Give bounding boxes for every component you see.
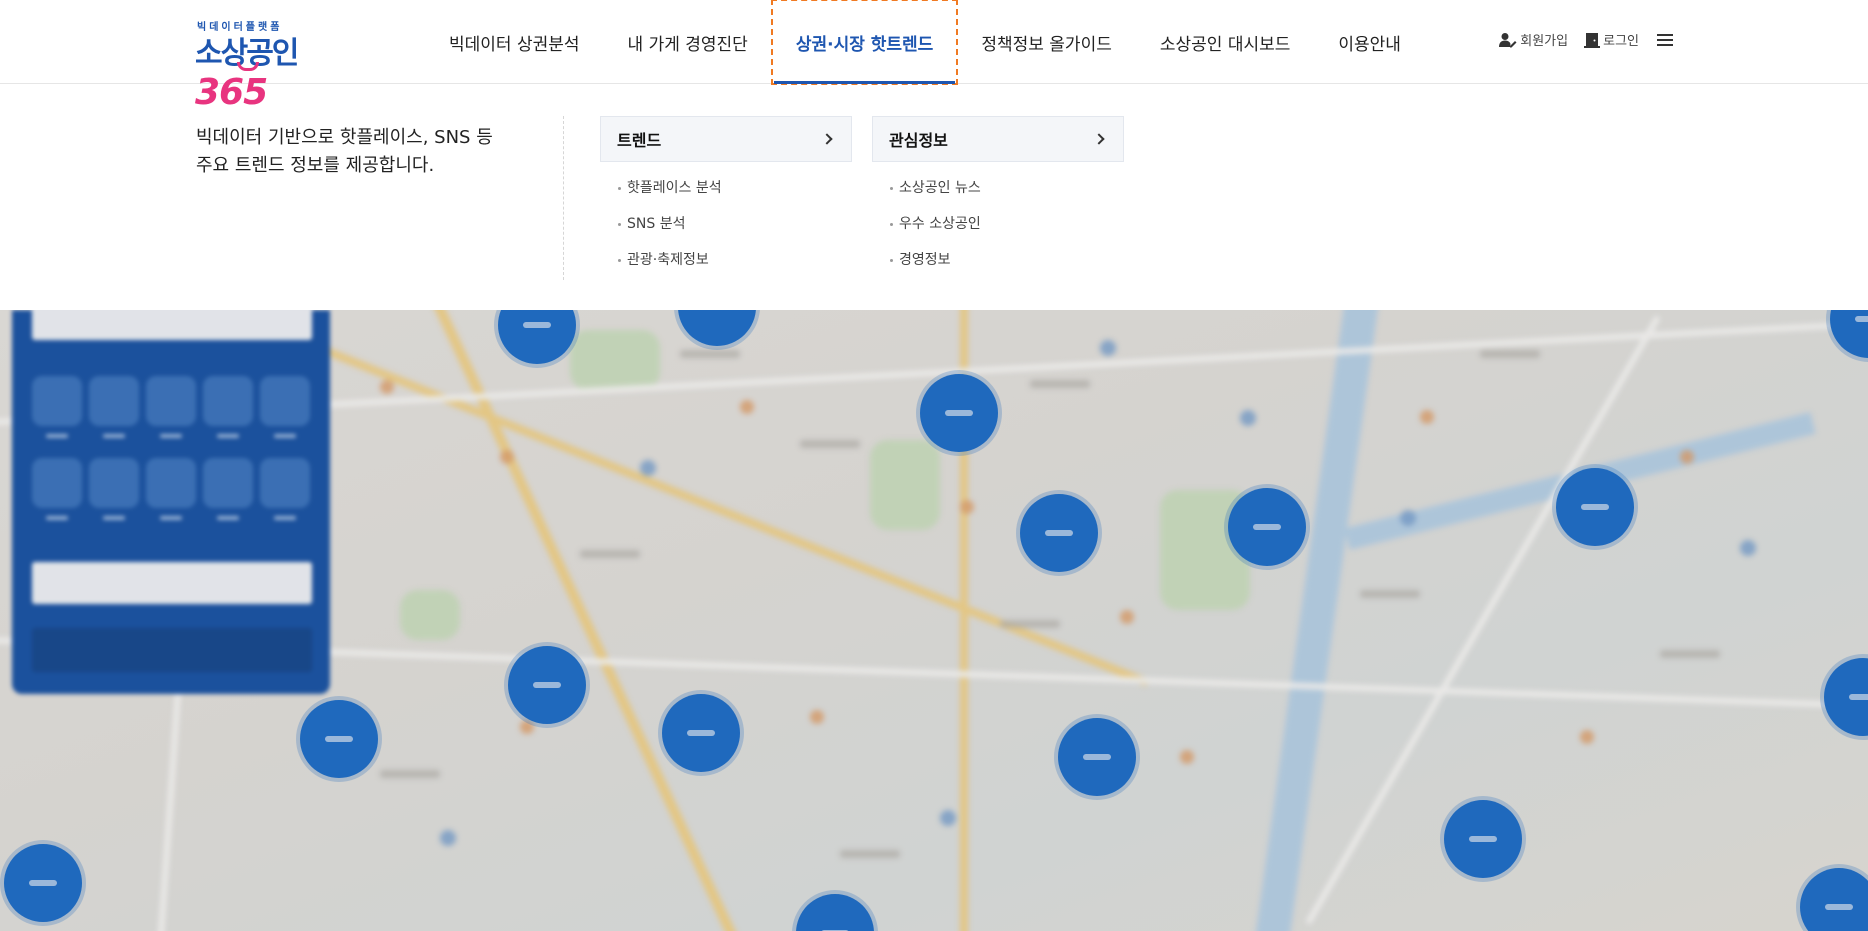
- submenu-item-sns[interactable]: SNS 분석: [618, 214, 852, 234]
- submenu-column-interest: 관심정보 소상공인 뉴스 우수 소상공인 경영정보: [872, 116, 1124, 286]
- logo-wordmark: 소상공인365: [195, 28, 355, 113]
- submenu-header-trend[interactable]: 트렌드: [600, 116, 852, 162]
- submenu-item-label: SNS 분석: [627, 216, 686, 232]
- gnb-item-policy-guide[interactable]: 정책정보 올가이드: [957, 0, 1136, 84]
- utility-menu: 회원가입 로그인: [1499, 30, 1673, 49]
- bullet-icon: [890, 258, 893, 262]
- logo-number: 365: [195, 72, 268, 113]
- bullet-icon: [618, 258, 621, 262]
- gnb-item-label: 정책정보 올가이드: [981, 34, 1112, 55]
- submenu-item-label: 우수 소상공인: [899, 216, 981, 232]
- submenu-header-label: 관심정보: [889, 131, 948, 150]
- gnb-item-label: 빅데이터 상권분석: [449, 34, 580, 55]
- description-line-2: 주요 트렌드 정보를 제공합니다.: [196, 155, 435, 176]
- submenu-item-excellent-shop[interactable]: 우수 소상공인: [890, 214, 1124, 234]
- gnb-item-dashboard[interactable]: 소상공인 대시보드: [1136, 0, 1315, 84]
- mega-menu-panel: 빅데이터 기반으로 핫플레이스, SNS 등 주요 트렌드 정보를 제공합니다.…: [0, 84, 1868, 310]
- gnb-item-label: 상권·시장 핫트렌드: [795, 34, 934, 55]
- submenu-item-label: 핫플레이스 분석: [627, 180, 722, 196]
- submenu-column-trend: 트렌드 핫플레이스 분석 SNS 분석 관광·축제정보: [600, 116, 852, 286]
- hamburger-icon[interactable]: [1657, 33, 1673, 46]
- submenu-item-hotplace[interactable]: 핫플레이스 분석: [618, 178, 852, 198]
- gnb-item-store-diagnosis[interactable]: 내 가게 경영진단: [604, 0, 772, 84]
- bullet-icon: [618, 222, 621, 226]
- submenu-header-interest[interactable]: 관심정보: [872, 116, 1124, 162]
- submenu-item-label: 소상공인 뉴스: [899, 180, 981, 196]
- login-link[interactable]: 로그인: [1584, 30, 1639, 49]
- site-header: 빅데이터플랫폼 소상공인365 빅데이터 상권분석 내 가게 경영진단 상권·시…: [0, 0, 1868, 113]
- submenu-list: 소상공인 뉴스 우수 소상공인 경영정보: [872, 178, 1124, 270]
- gnb-item-label: 이용안내: [1338, 34, 1401, 55]
- login-label: 로그인: [1603, 34, 1639, 49]
- signup-label: 회원가입: [1520, 34, 1569, 49]
- gnb-item-hot-trend[interactable]: 상권·시장 핫트렌드: [770, 0, 959, 85]
- bullet-icon: [890, 222, 893, 226]
- description-line-1: 빅데이터 기반으로 핫플레이스, SNS 등: [196, 127, 493, 148]
- submenu-list: 핫플레이스 분석 SNS 분석 관광·축제정보: [600, 178, 852, 270]
- page: 빅데이터플랫폼 소상공인365 빅데이터 상권분석 내 가게 경영진단 상권·시…: [0, 0, 1868, 931]
- door-icon: [1584, 32, 1601, 48]
- submenu-header-label: 트렌드: [617, 131, 662, 150]
- site-logo[interactable]: 빅데이터플랫폼 소상공인365: [195, 18, 355, 113]
- submenu-item-label: 경영정보: [899, 252, 951, 268]
- submenu-item-management-info[interactable]: 경영정보: [890, 250, 1124, 270]
- map-background[interactable]: [0, 310, 1868, 931]
- gnb-item-user-guide[interactable]: 이용안내: [1314, 0, 1425, 84]
- mega-menu-description: 빅데이터 기반으로 핫플레이스, SNS 등 주요 트렌드 정보를 제공합니다.: [196, 124, 536, 180]
- chevron-right-icon: [1093, 133, 1105, 145]
- submenu-item-festival[interactable]: 관광·축제정보: [618, 250, 852, 270]
- bullet-icon: [890, 186, 893, 190]
- divider: [563, 116, 564, 280]
- gnb-item-label: 소상공인 대시보드: [1159, 34, 1291, 55]
- global-navigation: 빅데이터 상권분석 내 가게 경영진단 상권·시장 핫트렌드 정책정보 올가이드…: [425, 0, 1425, 85]
- bullet-icon: [618, 186, 621, 190]
- user-edit-icon: [1499, 32, 1517, 47]
- submenu-item-label: 관광·축제정보: [627, 252, 709, 268]
- chevron-right-icon: [821, 133, 833, 145]
- signup-link[interactable]: 회원가입: [1499, 30, 1568, 49]
- submenu-item-news[interactable]: 소상공인 뉴스: [890, 178, 1124, 198]
- map-dim-overlay: [0, 310, 1868, 931]
- gnb-item-bigdata-analysis[interactable]: 빅데이터 상권분석: [425, 0, 604, 84]
- gnb-item-label: 내 가게 경영진단: [627, 34, 748, 55]
